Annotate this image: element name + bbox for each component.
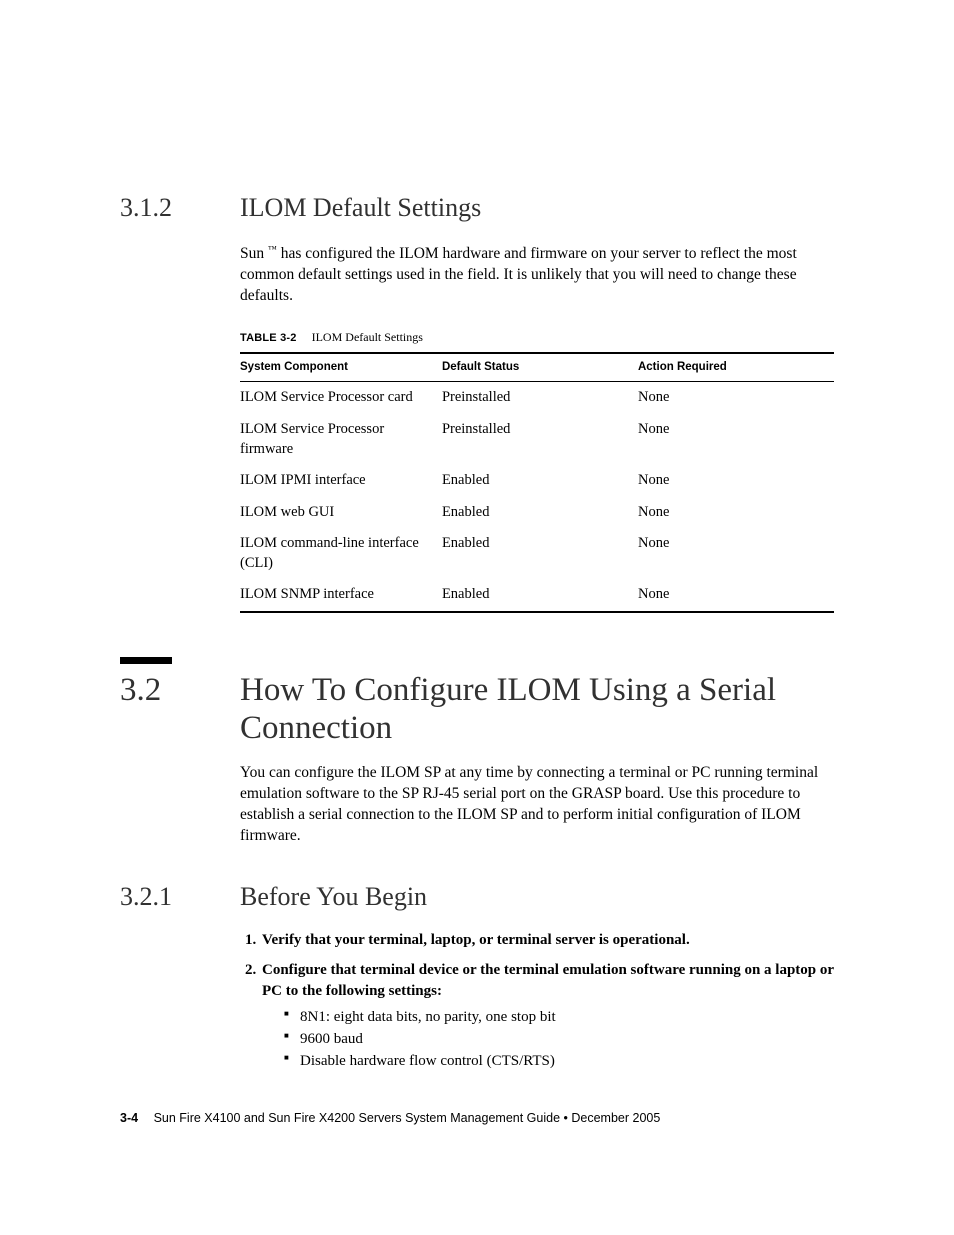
page-number: 3-4 xyxy=(120,1111,150,1125)
heading-number: 3.2.1 xyxy=(120,879,240,914)
heading-title: ILOM Default Settings xyxy=(240,190,481,225)
table-cell: ILOM Service Processor card xyxy=(240,382,442,414)
ilom-settings-table: System Component Default Status Action R… xyxy=(240,352,834,613)
list-item: Disable hardware flow control (CTS/RTS) xyxy=(284,1051,834,1071)
step-item: Verify that your terminal, laptop, or te… xyxy=(260,930,834,950)
table-header-cell: Action Required xyxy=(638,353,834,382)
list-item: 8N1: eight data bits, no parity, one sto… xyxy=(284,1007,834,1027)
table-cell: Preinstalled xyxy=(442,382,638,414)
page-footer: 3-4 Sun Fire X4100 and Sun Fire X4200 Se… xyxy=(120,1110,660,1127)
table-label: TABLE 3-2 xyxy=(240,332,309,344)
table-cell: None xyxy=(638,382,834,414)
table-cell: Preinstalled xyxy=(442,414,638,465)
bullet-list: 8N1: eight data bits, no parity, one sto… xyxy=(262,1007,834,1072)
text-run: Sun xyxy=(240,245,264,262)
table-row: ILOM IPMI interface Enabled None xyxy=(240,465,834,497)
table-cell: None xyxy=(638,528,834,579)
table-cell: Enabled xyxy=(442,465,638,497)
document-page: 3.1.2 ILOM Default Settings Sun ™ has co… xyxy=(0,0,954,1235)
table-header-cell: Default Status xyxy=(442,353,638,382)
step-text: Verify that your terminal, laptop, or te… xyxy=(262,932,690,948)
paragraph: Sun ™ has configured the ILOM hardware a… xyxy=(240,243,834,307)
heading-title: How To Configure ILOM Using a Serial Con… xyxy=(240,672,834,748)
text-run: has configured the ILOM hardware and fir… xyxy=(240,245,797,304)
step-item: Configure that terminal device or the te… xyxy=(260,960,834,1071)
table-cell: None xyxy=(638,497,834,529)
step-text: Configure that terminal device or the te… xyxy=(262,962,834,998)
table-title: ILOM Default Settings xyxy=(312,330,423,344)
heading-3-2-1: 3.2.1 Before You Begin xyxy=(120,879,834,914)
section-rule xyxy=(120,657,172,664)
table-cell: ILOM SNMP interface xyxy=(240,579,442,612)
table-cell: None xyxy=(638,465,834,497)
section-3-2-body: You can configure the ILOM SP at any tim… xyxy=(240,763,834,847)
table-row: ILOM SNMP interface Enabled None xyxy=(240,579,834,612)
section-3-1-2-body: Sun ™ has configured the ILOM hardware a… xyxy=(240,243,834,613)
table-cell: ILOM web GUI xyxy=(240,497,442,529)
table-cell: Enabled xyxy=(442,497,638,529)
paragraph: You can configure the ILOM SP at any tim… xyxy=(240,763,834,847)
table-row: ILOM command-line interface (CLI) Enable… xyxy=(240,528,834,579)
table-row: ILOM Service Processor firmware Preinsta… xyxy=(240,414,834,465)
table-cell: ILOM Service Processor firmware xyxy=(240,414,442,465)
table-cell: ILOM IPMI interface xyxy=(240,465,442,497)
heading-3-2: 3.2 How To Configure ILOM Using a Serial… xyxy=(120,672,834,748)
heading-3-1-2: 3.1.2 ILOM Default Settings xyxy=(120,190,834,225)
table-row: ILOM Service Processor card Preinstalled… xyxy=(240,382,834,414)
table-header-cell: System Component xyxy=(240,353,442,382)
table-cell: Enabled xyxy=(442,528,638,579)
trademark-symbol: ™ xyxy=(268,244,277,254)
table-cell: None xyxy=(638,414,834,465)
table-header-row: System Component Default Status Action R… xyxy=(240,353,834,382)
table-cell: None xyxy=(638,579,834,612)
list-item: 9600 baud xyxy=(284,1029,834,1049)
table-row: ILOM web GUI Enabled None xyxy=(240,497,834,529)
heading-number: 3.1.2 xyxy=(120,190,240,225)
heading-number: 3.2 xyxy=(120,672,240,710)
numbered-steps: Verify that your terminal, laptop, or te… xyxy=(240,930,834,1072)
table-cell: Enabled xyxy=(442,579,638,612)
table-cell: ILOM command-line interface (CLI) xyxy=(240,528,442,579)
heading-title: Before You Begin xyxy=(240,879,427,914)
section-3-2-1-body: Verify that your terminal, laptop, or te… xyxy=(240,930,834,1072)
table-caption: TABLE 3-2 ILOM Default Settings xyxy=(240,329,834,346)
footer-text: Sun Fire X4100 and Sun Fire X4200 Server… xyxy=(154,1111,661,1125)
